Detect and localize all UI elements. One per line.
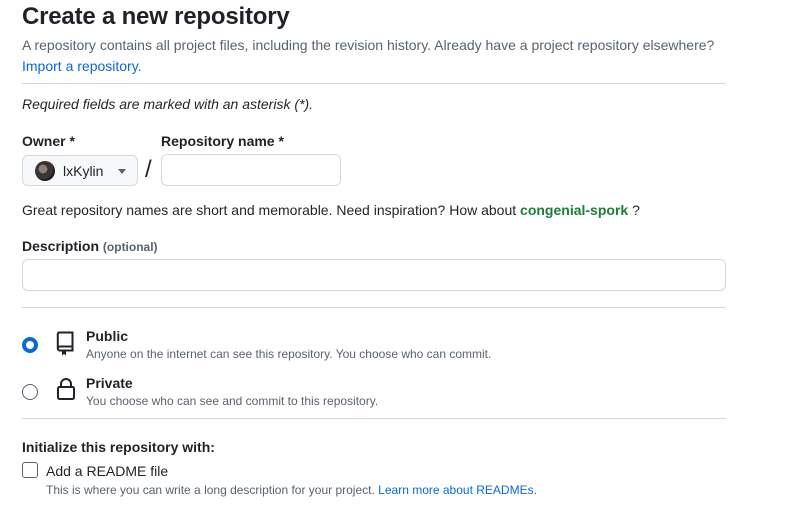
owner-repo-separator: / xyxy=(145,156,152,183)
description-label-text: Description xyxy=(22,238,100,254)
import-repository-link[interactable]: Import a repository. xyxy=(22,58,142,74)
page-title: Create a new repository xyxy=(22,3,290,30)
name-suggestion[interactable]: congenial-spork xyxy=(520,202,628,218)
name-hint-text: Great repository names are short and mem… xyxy=(22,202,517,218)
learn-more-readmes-link[interactable]: Learn more about READMEs. xyxy=(378,483,537,497)
private-option-desc: You choose who can see and commit to thi… xyxy=(86,394,379,408)
description-label: Description (optional) xyxy=(22,237,158,256)
owner-label: Owner * xyxy=(22,133,75,149)
divider xyxy=(22,418,726,419)
repo-icon xyxy=(56,331,76,362)
lock-icon xyxy=(56,377,76,406)
avatar xyxy=(35,160,55,181)
optional-tag: (optional) xyxy=(102,240,158,254)
readme-description: This is where you can write a long descr… xyxy=(46,482,537,498)
public-radio[interactable] xyxy=(22,337,38,353)
public-option-title: Public xyxy=(86,328,129,344)
description-input[interactable] xyxy=(22,259,726,291)
intro-text: A repository contains all project files,… xyxy=(22,37,715,53)
chevron-down-icon xyxy=(118,169,126,174)
required-fields-note: Required fields are marked with an aster… xyxy=(22,96,314,112)
divider xyxy=(22,307,726,308)
readme-desc-text: This is where you can write a long descr… xyxy=(46,483,375,497)
repo-name-label: Repository name * xyxy=(161,133,284,149)
private-option-title: Private xyxy=(86,375,133,391)
repository-name-input[interactable] xyxy=(161,154,341,186)
readme-label[interactable]: Add a README file xyxy=(46,462,168,480)
page-intro: A repository contains all project files,… xyxy=(22,35,722,77)
owner-dropdown[interactable]: lxKylin xyxy=(22,155,138,186)
name-hint-trailing: ? xyxy=(632,202,640,218)
init-heading: Initialize this repository with: xyxy=(22,439,215,455)
public-option-desc: Anyone on the internet can see this repo… xyxy=(86,347,492,361)
private-radio[interactable] xyxy=(22,384,38,400)
name-hint: Great repository names are short and mem… xyxy=(22,201,640,219)
divider xyxy=(22,83,726,84)
owner-name: lxKylin xyxy=(63,162,104,179)
readme-checkbox[interactable] xyxy=(22,462,38,478)
